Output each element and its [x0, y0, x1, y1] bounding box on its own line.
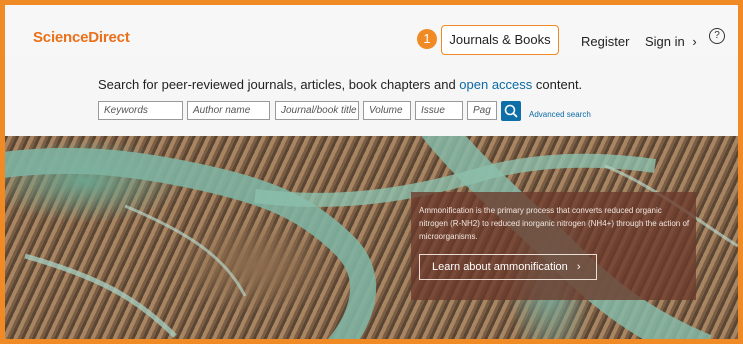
learn-about-ammonification-button[interactable]: Learn about ammonification ›	[419, 254, 597, 280]
callout-number-badge: 1	[417, 29, 437, 49]
pages-input[interactable]: Pag	[467, 101, 497, 120]
search-heading-suffix: content.	[532, 77, 583, 92]
advanced-search-link[interactable]: Advanced search	[529, 110, 591, 119]
open-access-link[interactable]: open access	[459, 77, 532, 92]
search-heading: Search for peer-reviewed journals, artic…	[98, 77, 582, 92]
author-name-input[interactable]: Author name	[187, 101, 270, 120]
search-fields-row: Keywords Author name Journal/book title …	[5, 100, 738, 130]
learn-button-label: Learn about ammonification	[432, 261, 568, 273]
site-header: ScienceDirect 1 Journals & Books Registe…	[5, 5, 738, 55]
magnifier-icon	[504, 104, 518, 118]
chevron-right-icon: ›	[576, 261, 581, 273]
help-circle-icon[interactable]: ?	[709, 28, 725, 44]
search-button[interactable]	[501, 101, 521, 121]
register-link[interactable]: Register	[581, 34, 629, 49]
keywords-input[interactable]: Keywords	[98, 101, 183, 120]
search-heading-text: Search for peer-reviewed journals, artic…	[98, 77, 460, 92]
chevron-right-icon: ›	[692, 34, 697, 49]
screenshot-frame: ScienceDirect 1 Journals & Books Registe…	[0, 0, 743, 344]
journal-book-title-input[interactable]: Journal/book title	[275, 101, 359, 120]
promo-overlay-card: Ammonification is the primary process th…	[411, 192, 696, 300]
promo-text: Ammonification is the primary process th…	[419, 206, 690, 241]
search-panel: Search for peer-reviewed journals, artic…	[5, 55, 738, 136]
sciencedirect-logo[interactable]: ScienceDirect	[33, 29, 130, 46]
journals-books-button[interactable]: Journals & Books	[441, 25, 559, 55]
hero-image-banner: Ammonification is the primary process th…	[5, 136, 738, 339]
issue-input[interactable]: Issue	[415, 101, 463, 120]
sign-in-link[interactable]: Sign in ›	[645, 34, 697, 49]
sign-in-label: Sign in	[645, 34, 685, 49]
volume-input[interactable]: Volume	[363, 101, 411, 120]
